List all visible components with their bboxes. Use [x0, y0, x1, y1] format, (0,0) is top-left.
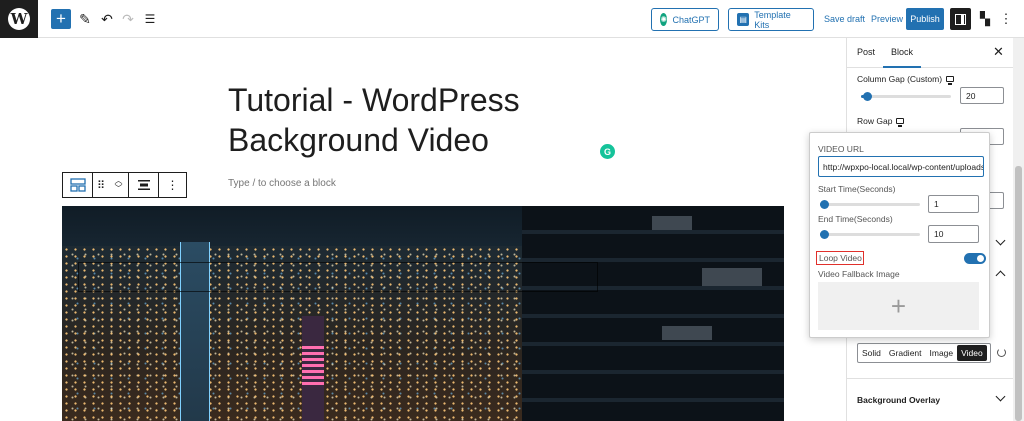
plus-icon: +: [56, 9, 66, 28]
drag-handle[interactable]: ⠿: [93, 173, 109, 197]
video-tower-pink: [302, 316, 324, 421]
chatgpt-icon: ✺: [660, 13, 668, 26]
template-kits-icon: ▤: [737, 13, 750, 26]
start-time-slider[interactable]: [820, 200, 920, 209]
video-window: [652, 216, 692, 230]
background-type-gradient[interactable]: Gradient: [885, 345, 926, 361]
more-vertical-icon: ⋮: [166, 178, 179, 192]
settings-toggle-button[interactable]: [950, 8, 971, 30]
background-overlay-section[interactable]: Background Overlay: [847, 378, 1014, 421]
chevron-up-icon[interactable]: [995, 270, 1006, 281]
start-time-input[interactable]: 1: [928, 195, 979, 213]
list-view-icon: ☰: [144, 12, 156, 26]
video-url-input[interactable]: http://wpxpo-local.local/wp-content/uplo…: [818, 156, 984, 177]
sidebar-scrollbar[interactable]: [1013, 38, 1024, 421]
video-background-block[interactable]: [62, 206, 784, 421]
drag-icon: ⠿: [96, 179, 106, 192]
save-draft-button[interactable]: Save draft: [824, 14, 865, 24]
background-overlay-title: Background Overlay: [857, 395, 941, 405]
tab-post[interactable]: Post: [857, 47, 875, 57]
tools-button[interactable]: ✎: [78, 9, 92, 29]
row-gap-label-text: Row Gap: [857, 116, 893, 126]
video-pink-lights: [302, 346, 324, 386]
video-settings-popover: VIDEO URL http://wpxpo-local.local/wp-co…: [809, 132, 990, 338]
block-options-button[interactable]: ⋮: [159, 173, 186, 197]
start-time-slider-handle[interactable]: [820, 200, 829, 209]
editor-topbar: W + ✎ ↶ ↷ ☰ ✺ ChatGPT ▤ Template Kits Sa…: [0, 0, 1024, 38]
fallback-image-label: Video Fallback Image: [818, 269, 900, 279]
redo-icon: ↷: [122, 10, 134, 27]
column-gap-label: Column Gap (Custom): [857, 74, 955, 85]
tab-block[interactable]: Block: [882, 47, 922, 68]
post-title[interactable]: Tutorial - WordPress Background Video: [228, 80, 588, 160]
sidebar-icon: [955, 13, 966, 25]
plugin-button[interactable]: ▚: [977, 9, 993, 29]
align-icon: [137, 180, 150, 190]
undo-icon: ↶: [101, 10, 113, 27]
row-layout-icon: [69, 178, 86, 192]
options-button[interactable]: ⋮: [999, 9, 1013, 29]
row-gap-label: Row Gap: [857, 116, 905, 127]
move-buttons[interactable]: ︿ ﹀: [109, 173, 129, 197]
add-block-button[interactable]: +: [51, 9, 71, 29]
template-kits-button-label: Template Kits: [754, 9, 791, 30]
end-time-label: End Time(Seconds): [818, 214, 893, 224]
column-gap-input[interactable]: 20: [960, 87, 1004, 104]
background-type-video[interactable]: Video: [957, 345, 987, 361]
desktop-icon[interactable]: [896, 118, 905, 127]
loop-video-label: Loop Video: [816, 251, 864, 265]
fallback-image-upload[interactable]: +: [818, 282, 979, 330]
video-window: [702, 268, 762, 286]
reset-icon[interactable]: [997, 348, 1006, 357]
close-icon[interactable]: ✕: [993, 44, 1004, 60]
chevron-down-icon[interactable]: [995, 391, 1006, 402]
document-overview-button[interactable]: ☰: [143, 9, 157, 29]
blocks-icon: ▚: [980, 11, 990, 26]
block-placeholder[interactable]: Type / to choose a block: [228, 178, 336, 189]
plus-icon: +: [890, 290, 907, 321]
column-gap-label-text: Column Gap (Custom): [857, 74, 943, 84]
template-kits-button[interactable]: ▤ Template Kits: [728, 8, 814, 31]
desktop-icon[interactable]: [946, 76, 955, 85]
publish-button[interactable]: Publish: [906, 8, 944, 30]
loop-video-toggle[interactable]: [964, 253, 986, 264]
start-time-label: Start Time(Seconds): [818, 184, 896, 194]
background-type-image[interactable]: Image: [926, 345, 958, 361]
end-time-slider-handle[interactable]: [820, 230, 829, 239]
preview-button[interactable]: Preview: [871, 14, 903, 24]
scrollbar-thumb[interactable]: [1015, 166, 1022, 421]
column-gap-slider[interactable]: [861, 92, 951, 101]
inner-block-outline: [78, 262, 598, 292]
video-url-label: VIDEO URL: [818, 144, 864, 154]
background-type-solid[interactable]: Solid: [858, 345, 885, 361]
chevron-down-icon[interactable]: [995, 235, 1006, 246]
redo-button[interactable]: ↷: [121, 9, 135, 29]
undo-button[interactable]: ↶: [100, 9, 114, 29]
video-building: [522, 206, 784, 421]
more-vertical-icon: ⋮: [999, 11, 1013, 26]
pencil-icon: ✎: [79, 10, 91, 27]
end-time-slider[interactable]: [820, 230, 920, 239]
chevron-down-icon[interactable]: ﹀: [115, 185, 123, 193]
block-toolbar: ⠿ ︿ ﹀ ⋮: [62, 172, 187, 198]
chatgpt-button[interactable]: ✺ ChatGPT: [651, 8, 719, 31]
sidebar-tabs: Post Block ✕: [847, 38, 1014, 68]
end-time-input[interactable]: 10: [928, 225, 979, 243]
video-window: [662, 326, 712, 340]
chatgpt-button-label: ChatGPT: [672, 14, 710, 25]
background-type-control: Solid Gradient Image Video: [857, 343, 991, 363]
align-button[interactable]: [129, 173, 159, 197]
column-gap-slider-handle[interactable]: [863, 92, 872, 101]
wordpress-logo-button[interactable]: W: [0, 0, 38, 38]
wordpress-logo-icon: W: [8, 8, 30, 30]
grammarly-icon[interactable]: G: [600, 144, 615, 159]
block-type-button[interactable]: [63, 173, 93, 197]
